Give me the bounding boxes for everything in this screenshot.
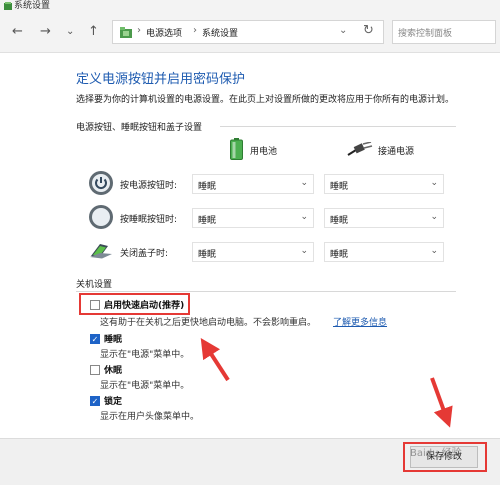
annotation-arrows	[200, 337, 453, 428]
annotation-arrow-to-save	[430, 377, 453, 428]
annotation-arrow-to-fast-startup	[200, 337, 230, 382]
